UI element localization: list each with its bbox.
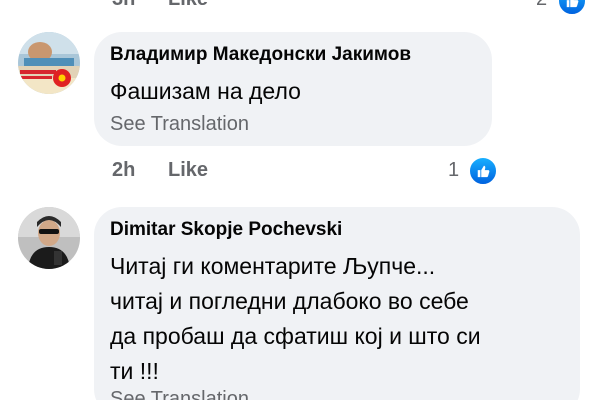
reaction-count[interactable]: 1 xyxy=(448,159,459,182)
see-translation-link[interactable]: See Translation xyxy=(110,113,249,136)
like-reaction-icon[interactable] xyxy=(557,0,587,16)
see-translation-link[interactable]: See Translation xyxy=(110,388,249,400)
comment-text: Фашизам на дело xyxy=(110,78,301,104)
comment-timestamp[interactable]: 3h xyxy=(112,0,135,11)
reaction-count[interactable]: 2 xyxy=(536,0,547,11)
comment-bubble: Dimitar Skopje Pochevski Читај ги комент… xyxy=(94,207,580,400)
like-reaction-icon[interactable] xyxy=(468,156,498,186)
comment-text: Читај ги коментарите Љупче... читај и по… xyxy=(110,253,481,384)
comment-bubble: Владимир Македонски Јакимов Фашизам на д… xyxy=(94,32,492,146)
previous-comment-actions: 3h Like 2 xyxy=(0,0,600,16)
avatar[interactable] xyxy=(18,207,80,269)
like-button[interactable]: Like xyxy=(168,0,208,11)
avatar[interactable] xyxy=(18,32,80,94)
comment-author[interactable]: Владимир Македонски Јакимов xyxy=(110,44,411,66)
like-button[interactable]: Like xyxy=(168,159,208,182)
comments-thread: 3h Like 2 Владимир Македонски Јакимов Фа… xyxy=(0,0,600,400)
comment-timestamp[interactable]: 2h xyxy=(112,159,135,182)
comment-actions: 2h Like 1 xyxy=(0,156,600,189)
comment-author[interactable]: Dimitar Skopje Pochevski xyxy=(110,219,342,241)
